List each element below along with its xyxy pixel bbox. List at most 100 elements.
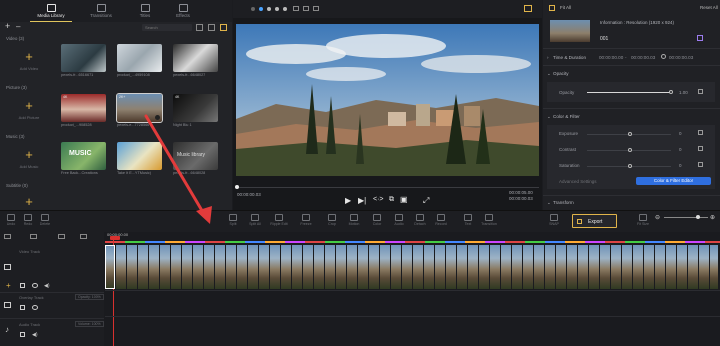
snap-icon [550, 214, 558, 221]
chevron-down-icon: ⌄ [547, 200, 551, 205]
add-picture-tile[interactable]: + Add Picture [8, 93, 50, 125]
reset-icon[interactable] [698, 89, 703, 94]
slider-knob[interactable] [628, 148, 632, 152]
lock-icon[interactable] [20, 332, 25, 337]
reset-all-button[interactable]: Reset All [700, 5, 718, 10]
step-forward-icon[interactable]: ▶| [358, 196, 366, 205]
play-icon[interactable]: ▶ [345, 196, 351, 205]
clip-frame [413, 245, 424, 289]
slider-knob[interactable] [669, 90, 673, 94]
eye-icon[interactable] [32, 283, 38, 288]
record-button[interactable]: Record [430, 213, 452, 226]
media-thumb[interactable] [61, 44, 106, 72]
fit-all-button[interactable]: Fit All [560, 5, 571, 10]
snap-button[interactable]: SNAP [543, 213, 565, 226]
remove-icon[interactable]: – [16, 22, 20, 31]
track-link-icon[interactable] [58, 234, 65, 239]
export-button[interactable]: Export [572, 214, 617, 228]
divider [543, 108, 720, 109]
snapshot-icon[interactable]: ▣ [400, 195, 408, 204]
zoom-slider[interactable] [664, 217, 708, 218]
color-filter-editor-button[interactable]: Color & Filter Editor [636, 177, 711, 185]
freeze-button[interactable]: Freeze [295, 213, 317, 226]
track-lock-icon[interactable] [30, 234, 37, 239]
timeline-ruler[interactable]: 00:00:00.00 [105, 232, 720, 244]
media-thumb[interactable]: MUSIC [61, 142, 106, 170]
opacity-slider[interactable] [587, 92, 671, 93]
add-music-tile[interactable]: + Add Music [8, 142, 50, 174]
scrubber-handle[interactable] [235, 185, 239, 189]
zoom-out-icon[interactable]: ⊖ [655, 214, 660, 221]
fullscreen-icon[interactable]: ⤢ [423, 196, 429, 206]
clip-start-handle[interactable] [105, 245, 115, 289]
split-all-button[interactable]: Split All [244, 213, 266, 226]
speaker-icon[interactable]: ◀) [32, 332, 38, 338]
split-screen-icon[interactable]: ⧉ [389, 196, 394, 204]
color-dot-icon[interactable] [275, 7, 279, 11]
panel-collapse-icon[interactable] [549, 5, 555, 11]
speaker-icon[interactable]: ◀) [44, 283, 50, 289]
mark-in-out-icon[interactable]: <·> [373, 196, 384, 203]
add-subtitle-tile[interactable]: + [8, 189, 50, 209]
add-icon[interactable]: + [5, 21, 10, 31]
advanced-settings-link[interactable]: Advanced Settings [559, 179, 597, 184]
media-thumb[interactable] [173, 44, 218, 72]
crop-button[interactable]: Crop [321, 213, 343, 226]
aspect-icon[interactable] [293, 6, 299, 11]
color-dot-icon[interactable] [283, 7, 287, 11]
clip-frame [226, 245, 237, 289]
plus-icon[interactable]: + [6, 281, 11, 290]
list-view-icon[interactable] [208, 24, 215, 31]
section-title-video: Video (3) [6, 36, 25, 41]
reset-icon[interactable] [698, 146, 703, 151]
end-time: 00:00:00.03 [509, 196, 533, 201]
preview-scrubber[interactable] [236, 187, 539, 188]
clip-frame [501, 245, 512, 289]
ripple-edit-button[interactable]: Ripple Edit [268, 213, 290, 226]
reset-icon[interactable] [698, 130, 703, 135]
slider-knob[interactable] [628, 132, 632, 136]
preview-settings-icon[interactable] [524, 5, 532, 12]
reset-icon[interactable] [698, 162, 703, 167]
color-dot-icon[interactable] [267, 7, 271, 11]
eye-icon[interactable] [32, 305, 38, 310]
track-visibility-icon[interactable] [80, 234, 87, 239]
audio-button[interactable]: Audio [388, 213, 410, 226]
video-clip[interactable] [105, 245, 718, 289]
total-time: 00:00:05.00 [509, 190, 533, 195]
split-button[interactable]: Split [222, 213, 244, 226]
color-dot-icon[interactable] [259, 7, 263, 11]
aspect-icon[interactable] [313, 6, 319, 11]
aspect-icon[interactable] [303, 6, 309, 11]
fit-size-button[interactable]: Fit Size [632, 213, 654, 226]
delete-button[interactable]: Delete [34, 213, 56, 226]
media-thumb[interactable] [117, 44, 162, 72]
lock-icon[interactable] [20, 283, 25, 288]
search-input[interactable]: Search [142, 24, 192, 31]
color-button[interactable]: Color [366, 213, 388, 226]
screen-dot-icon[interactable] [251, 7, 255, 11]
detach-button[interactable]: Detach [409, 213, 431, 226]
clip-thumbnail [550, 20, 590, 42]
section-title-picture: Picture (3) [6, 85, 27, 90]
tab-effects[interactable]: Effects [154, 0, 212, 22]
add-video-tile[interactable]: + Add Video [8, 44, 50, 76]
media-thumb[interactable]: 4K [61, 94, 106, 122]
edit-icon[interactable] [697, 35, 703, 41]
clip-number: 001 [600, 36, 609, 42]
overlay-track-label: Overlay Track [19, 295, 44, 300]
grid-view-icon[interactable] [196, 24, 203, 31]
playhead-marker[interactable] [110, 236, 120, 240]
transition-button[interactable]: Transition [478, 213, 500, 226]
clip-frame [677, 245, 688, 289]
slider-knob[interactable] [628, 164, 632, 168]
clip-frame [237, 245, 248, 289]
text-button[interactable]: Text [457, 213, 479, 226]
sidebar-toggle-icon[interactable] [220, 24, 227, 31]
zoom-knob[interactable] [696, 215, 700, 219]
add-track-icon[interactable] [4, 234, 11, 239]
motion-button[interactable]: Motion [343, 213, 365, 226]
lock-icon[interactable] [20, 305, 25, 310]
clip-frame [468, 245, 479, 289]
zoom-in-icon[interactable]: ⊕ [710, 214, 715, 221]
